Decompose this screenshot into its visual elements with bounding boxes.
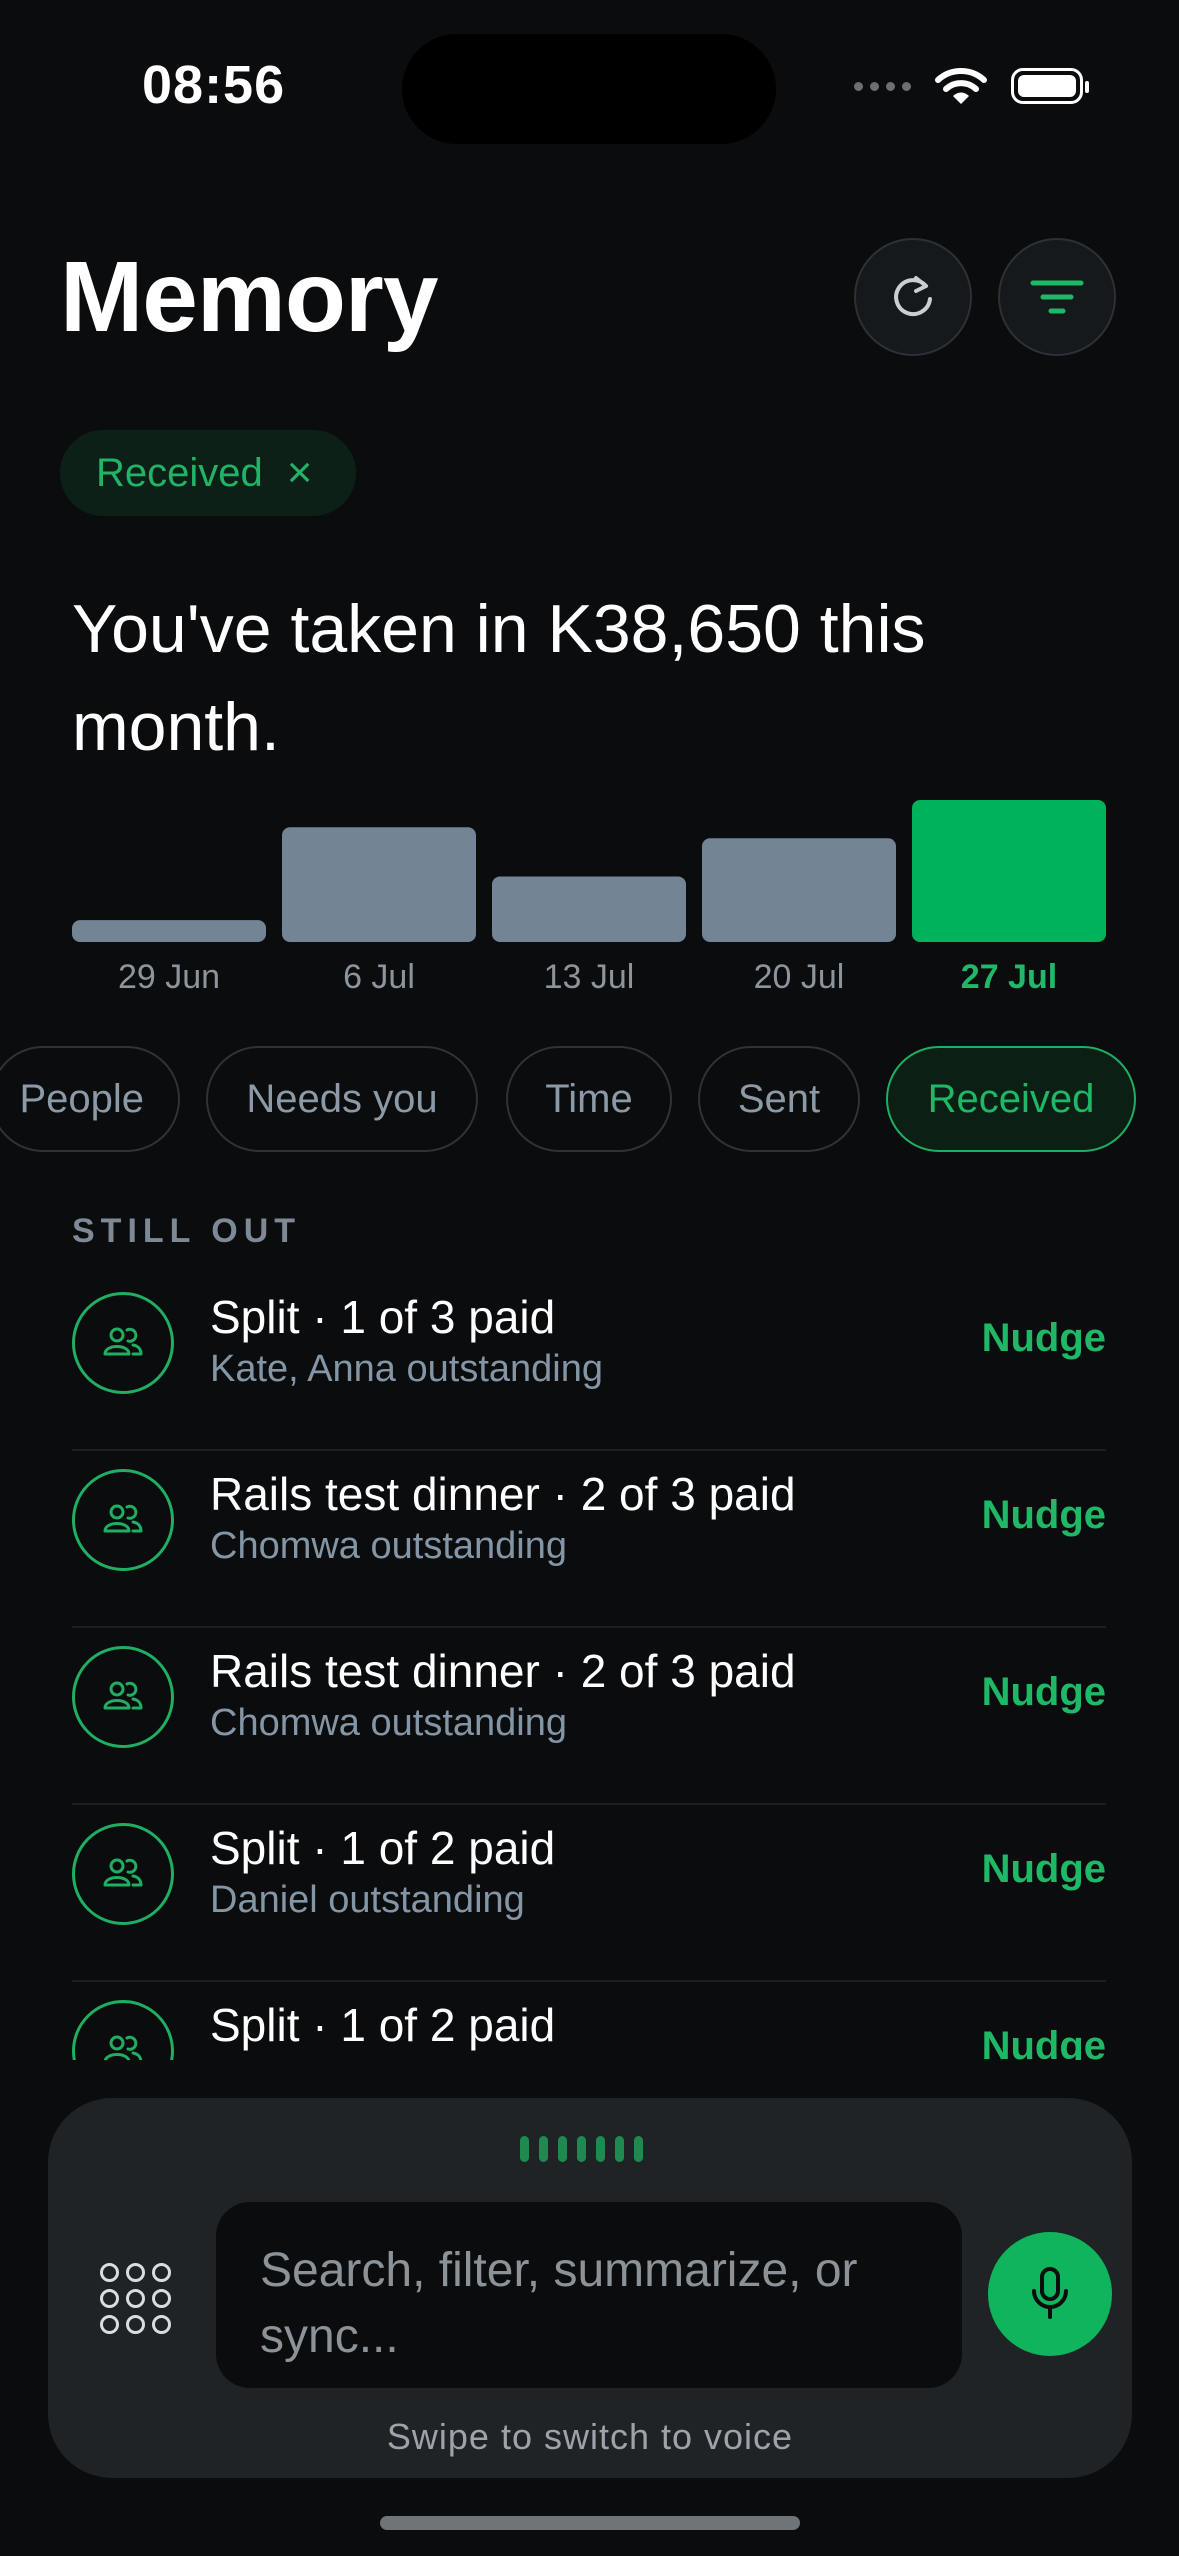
microphone-button[interactable] <box>988 2232 1112 2356</box>
nudge-button[interactable]: Nudge <box>982 2024 1106 2060</box>
filter-icon <box>1030 280 1084 314</box>
item-title: Split · 1 of 2 paid <box>210 1999 556 2051</box>
nudge-button[interactable]: Nudge <box>982 1316 1106 1361</box>
chart-bar[interactable] <box>72 920 266 942</box>
remove-filter-icon[interactable]: × <box>287 451 313 495</box>
list-item[interactable]: Split · 1 of 3 paid Kate, Anna outstandin… <box>72 1274 1106 1451</box>
list-item[interactable]: Rails test dinner · 2 of 3 paid Chomwa ou… <box>72 1628 1106 1805</box>
list-item[interactable]: Split · 1 of 2 paid Nudge <box>72 1982 1106 2060</box>
filter-pill-received[interactable]: Received <box>886 1046 1136 1152</box>
section-title: STILL OUT <box>72 1212 302 1250</box>
home-indicator[interactable] <box>380 2516 800 2530</box>
list-item[interactable]: Split · 1 of 2 paid Daniel outstanding Nud… <box>72 1805 1106 1982</box>
nudge-button[interactable]: Nudge <box>982 1847 1106 1892</box>
chart-x-label: 13 Jul <box>543 958 635 996</box>
chart-x-labels: 29 Jun 6 Jul 13 Jul 20 Jul 27 Jul <box>72 958 1108 1006</box>
refresh-button[interactable] <box>854 238 972 356</box>
chart-x-label: 6 Jul <box>343 958 415 996</box>
group-icon <box>72 1469 174 1571</box>
cellular-signal-icon <box>854 81 911 91</box>
filter-pills: People Needs you Time Sent Received <box>0 1046 1179 1156</box>
battery-icon <box>1011 68 1089 104</box>
active-filter-chip[interactable]: Received × <box>60 430 357 516</box>
list-item[interactable]: Rails test dinner · 2 of 3 paid Chomwa ou… <box>72 1451 1106 1628</box>
filter-pill-sent[interactable]: Sent <box>698 1046 860 1152</box>
chart-bar[interactable] <box>912 800 1106 942</box>
composer-panel: Search, filter, summarize, or sync... Sw… <box>48 2098 1132 2478</box>
refresh-icon <box>894 276 932 317</box>
group-icon <box>72 1292 174 1394</box>
status-icons <box>854 62 1089 110</box>
weekly-bar-chart <box>72 800 1106 942</box>
group-icon <box>72 2000 174 2060</box>
nudge-button[interactable]: Nudge <box>982 1493 1106 1538</box>
item-title: Split · 1 of 3 paid <box>210 1291 556 1343</box>
keypad-icon[interactable] <box>100 2263 171 2334</box>
chip-label: Received <box>96 450 263 495</box>
microphone-icon <box>1032 2267 1068 2319</box>
still-out-list: Split · 1 of 3 paid Kate, Anna outstandin… <box>0 1274 1179 2060</box>
filter-button[interactable] <box>998 238 1116 356</box>
group-icon <box>72 1646 174 1748</box>
nudge-button[interactable]: Nudge <box>982 1670 1106 1715</box>
chart-x-label: 29 Jun <box>117 958 221 996</box>
group-icon <box>72 1823 174 1925</box>
chart-x-label: 20 Jul <box>753 958 845 996</box>
wifi-icon <box>935 68 987 104</box>
page-title: Memory <box>60 241 438 353</box>
filter-pill-time[interactable]: Time <box>506 1046 672 1152</box>
item-title: Rails test dinner · 2 of 3 paid <box>210 1468 796 1520</box>
chart-bar[interactable] <box>282 827 476 942</box>
drag-handle[interactable] <box>520 2136 643 2162</box>
search-input[interactable]: Search, filter, summarize, or sync... <box>216 2202 962 2388</box>
item-title: Rails test dinner · 2 of 3 paid <box>210 1645 796 1697</box>
item-title: Split · 1 of 2 paid <box>210 1822 556 1874</box>
chart-bar[interactable] <box>492 876 686 942</box>
chart-x-label: 27 Jul <box>960 958 1058 996</box>
item-subtitle: Kate, Anna outstanding <box>210 1348 603 1390</box>
chart-bar[interactable] <box>702 838 896 942</box>
dynamic-island <box>402 34 776 144</box>
item-subtitle: Chomwa outstanding <box>210 1525 567 1567</box>
item-subtitle: Chomwa outstanding <box>210 1702 567 1744</box>
filter-pill-needs-you[interactable]: Needs you <box>206 1046 478 1152</box>
filter-pill-people[interactable]: People <box>0 1046 180 1152</box>
voice-hint: Swipe to switch to voice <box>386 2416 794 2457</box>
item-subtitle: Daniel outstanding <box>210 1879 525 1921</box>
status-time: 08:56 <box>142 55 286 115</box>
summary-text: You've taken in K38,650 this month. <box>72 591 926 765</box>
